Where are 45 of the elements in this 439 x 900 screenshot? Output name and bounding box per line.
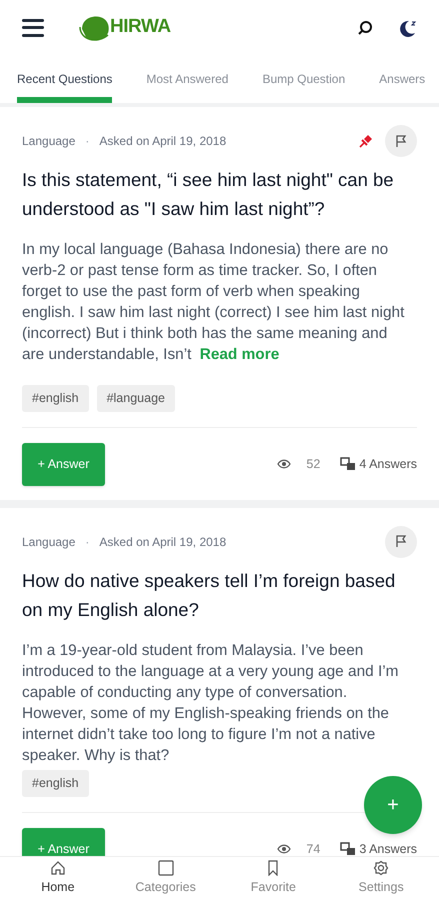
nav-item[interactable]: Home <box>12 860 103 897</box>
nav-item[interactable]: Categories <box>120 860 211 897</box>
question-title[interactable]: How do native speakers tell I’m foreign based on my English alone? <box>22 566 417 624</box>
question-body: I’m a 19-year-old student from Malaysia. I’ve been introduced to the language at a very young age and I’m capable of conducting any type of conversation. However, some of my English-speaking friends on the internet didn’t take too long to figure I’m not a native speaker. Why is that? <box>22 640 400 766</box>
dark-mode-button[interactable] <box>399 18 417 36</box>
square-icon <box>158 860 174 876</box>
tag[interactable]: #english <box>22 385 89 412</box>
separator-dot: · <box>85 133 90 150</box>
answers-icon <box>340 457 356 472</box>
answer-count: 3 Answers <box>359 840 417 856</box>
tab[interactable]: Bump Question <box>262 55 346 103</box>
moon-icon <box>399 18 417 36</box>
search-button[interactable] <box>357 20 373 36</box>
category-label: Language <box>22 534 76 551</box>
nav-item[interactable]: Favorite <box>228 860 318 897</box>
logo-text: HIRWA <box>110 15 171 40</box>
settings-icon <box>373 860 390 876</box>
view-count: 52 <box>306 456 320 473</box>
question-title[interactable]: Is this statement, “i see him last night" can be understood as "I saw him last night”? <box>22 165 417 223</box>
tab[interactable]: Most Answered <box>146 55 228 103</box>
flag-icon <box>394 134 408 148</box>
home-icon <box>50 860 66 876</box>
tag[interactable]: #language <box>96 385 175 412</box>
report-button[interactable] <box>385 125 417 157</box>
answers-icon <box>340 842 356 856</box>
menu-button[interactable] <box>22 18 44 36</box>
read-more-link[interactable]: Read more <box>200 346 280 363</box>
eye-icon <box>277 844 292 854</box>
question-body: In my local language (Bahasa Indonesia) there are no verb-2 or past tense form as time tracker. So, I often forget to use the past form of verb when speaking english. I saw him last night (correct) I see him last night (incorrect) But i think both has the same meaning and are understandable, Isn’t Read more <box>22 240 406 365</box>
answer-count: 4 Answers <box>359 456 417 473</box>
answer-button[interactable]: + Answer <box>22 442 105 486</box>
nav-item[interactable]: Settings <box>336 860 426 897</box>
tab[interactable]: Recent Questions <box>17 55 112 103</box>
eye-icon <box>277 459 292 470</box>
flag-icon <box>394 535 408 548</box>
tag[interactable]: #english <box>22 770 89 796</box>
separator-dot: · <box>85 534 90 551</box>
category-label: Language <box>22 133 76 150</box>
answer-button[interactable]: + Answer <box>22 828 105 856</box>
report-button[interactable] <box>385 526 417 558</box>
tab[interactable]: Answers <box>379 55 426 103</box>
asked-date: Asked on April 19, 2018 <box>99 133 226 150</box>
view-count: 74 <box>306 840 320 856</box>
search-icon <box>357 20 373 36</box>
asked-date: Asked on April 19, 2018 <box>99 534 226 551</box>
